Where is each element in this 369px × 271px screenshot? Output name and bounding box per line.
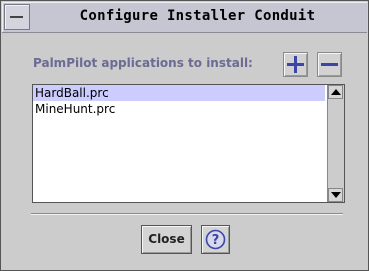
window-title: Configure Installer Conduit [79, 8, 316, 24]
apps-list-items: HardBall.prc MineHunt.prc [33, 85, 325, 202]
help-question-icon: ? [205, 229, 226, 250]
dialog-window: Configure Installer Conduit PalmPilot ap… [0, 0, 369, 271]
close-button[interactable]: Close [141, 225, 192, 254]
title-bar[interactable]: Configure Installer Conduit [2, 2, 367, 33]
apps-label: PalmPilot applications to install: [33, 56, 253, 70]
add-app-button[interactable] [283, 52, 308, 77]
window-menu-button[interactable] [4, 4, 30, 30]
arrow-up-icon [331, 89, 341, 95]
window-menu-icon [10, 16, 23, 18]
list-item[interactable]: HardBall.prc [33, 85, 325, 101]
minus-icon [321, 63, 338, 66]
plus-icon [287, 56, 304, 73]
list-item[interactable]: MineHunt.prc [33, 101, 325, 117]
scroll-up-button[interactable] [328, 85, 343, 99]
divider [31, 213, 343, 215]
vertical-scrollbar[interactable] [327, 85, 344, 202]
scroll-down-button[interactable] [328, 188, 343, 202]
remove-app-button[interactable] [317, 52, 342, 77]
help-button[interactable]: ? [201, 225, 230, 254]
apps-list[interactable]: HardBall.prc MineHunt.prc [32, 84, 345, 203]
svg-text:?: ? [212, 233, 220, 248]
arrow-down-icon [331, 192, 341, 198]
